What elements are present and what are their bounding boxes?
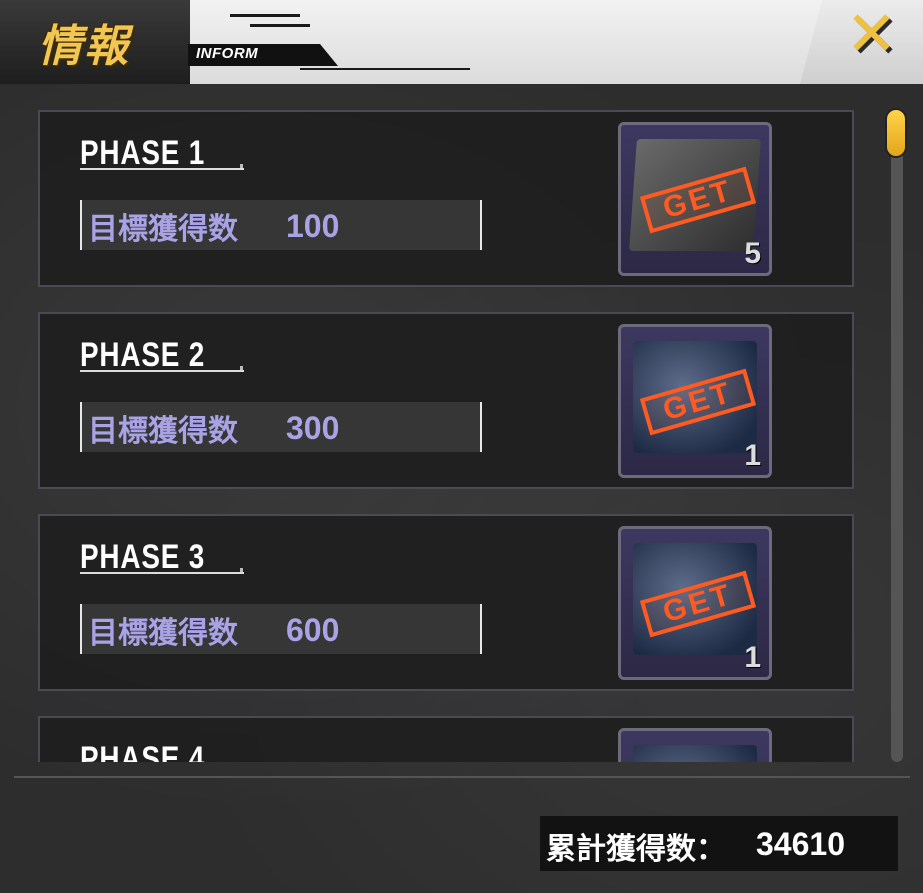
header-bar: 情報 INFORM ✕ (0, 0, 923, 84)
page-title: 情報 (38, 21, 130, 72)
phase-card: PHASE 4 (38, 716, 854, 762)
phase-card: PHASE 3 目標獲得数 600 GET 1 (38, 514, 854, 691)
reward-item[interactable] (618, 728, 772, 762)
phase-card: PHASE 1 目標獲得数 100 GET 5 (38, 110, 854, 287)
close-x-icon: ✕ (845, 0, 898, 70)
phase-underline (80, 370, 244, 372)
phase-label: PHASE 4 (80, 740, 206, 762)
phase-underline (80, 572, 244, 574)
total-value: 34610 (756, 826, 845, 862)
header-stripe (250, 24, 310, 27)
target-value: 300 (286, 410, 340, 446)
phase-dot (240, 164, 243, 168)
target-box: 目標獲得数 300 (80, 402, 482, 452)
phase-dot (240, 366, 243, 370)
phase-list[interactable]: PHASE 1 目標獲得数 100 GET 5 PHASE 2 目標獲得数 30… (0, 84, 880, 762)
scrollbar-track[interactable] (891, 110, 903, 762)
phase-dot (240, 568, 243, 572)
reward-item[interactable]: GET 1 (618, 526, 772, 680)
ship-equipment-icon (633, 745, 757, 762)
header-stripe (230, 14, 300, 17)
reward-count: 1 (744, 439, 761, 472)
total-label: 累計獲得数： (546, 832, 726, 867)
scrollbar-thumb[interactable] (885, 108, 907, 158)
phase-card: PHASE 2 目標獲得数 300 GET 1 (38, 312, 854, 489)
reward-count: 5 (744, 237, 761, 270)
footer-divider (14, 776, 910, 778)
target-label: 目標獲得数 (88, 616, 238, 651)
target-box: 目標獲得数 600 (80, 604, 482, 654)
page-subtitle: INFORM (196, 45, 259, 62)
target-value: 100 (286, 208, 340, 244)
reward-item[interactable]: GET 1 (618, 324, 772, 478)
target-label: 目標獲得数 (88, 212, 238, 247)
reward-count: 1 (744, 641, 761, 674)
target-label: 目標獲得数 (88, 414, 238, 449)
reward-item[interactable]: GET 5 (618, 122, 772, 276)
target-value: 600 (286, 612, 340, 648)
header-stripe (300, 68, 470, 70)
phase-underline (80, 168, 244, 170)
close-button[interactable]: ✕ (800, 0, 923, 84)
target-box: 目標獲得数 100 (80, 200, 482, 250)
total-box: 累計獲得数： 34610 (540, 816, 898, 871)
